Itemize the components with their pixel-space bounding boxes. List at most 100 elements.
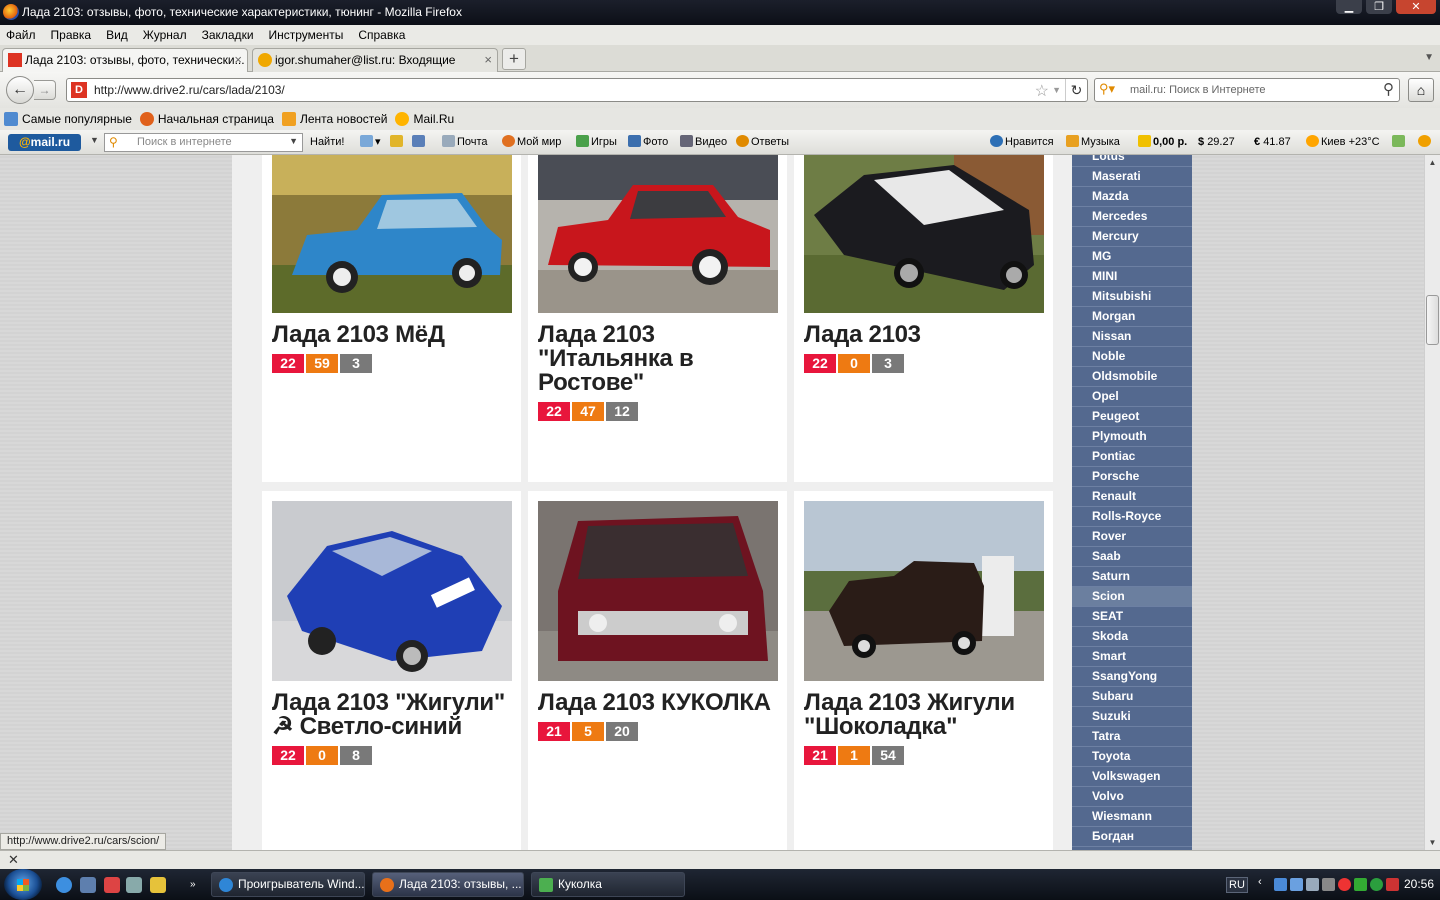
menu-tools[interactable]: Инструменты — [269, 28, 344, 42]
start-button[interactable] — [4, 869, 42, 900]
photo-item[interactable]: Фото — [628, 135, 668, 150]
scroll-down-icon[interactable]: ▼ — [1425, 835, 1440, 850]
brand-link-maserati[interactable]: Maserati — [1072, 167, 1192, 187]
car-card[interactable]: Лада 2103 22 0 3 — [794, 155, 1053, 482]
chevron-down-icon[interactable]: ▼ — [289, 136, 298, 146]
brand-link-opel[interactable]: Opel — [1072, 387, 1192, 407]
brand-link-tatra[interactable]: Tatra — [1072, 727, 1192, 747]
car-card[interactable]: Лада 2103 "Итальянка в Ростове" 22 47 12 — [528, 155, 787, 482]
pen-icon[interactable] — [390, 135, 405, 150]
car-title[interactable]: Лада 2103 МёД — [272, 323, 512, 347]
car-title[interactable]: Лада 2103 "Итальянка в Ростове" — [538, 323, 778, 395]
language-indicator[interactable]: RU — [1226, 877, 1248, 893]
opera-icon[interactable] — [1338, 878, 1351, 891]
search-bar[interactable]: ⚲▾ mail.ru: Поиск в Интернете ⚲ — [1094, 78, 1400, 102]
close-tab-icon[interactable]: × — [234, 49, 242, 71]
car-title[interactable]: Лада 2103 КУКОЛКА — [538, 691, 778, 715]
car-photo[interactable] — [272, 501, 512, 681]
icq-icon[interactable] — [1370, 878, 1383, 891]
tools-icon[interactable] — [126, 877, 142, 893]
url-history-dropdown-icon[interactable]: ▼ — [1052, 81, 1061, 99]
find-button[interactable]: Найти! — [310, 135, 344, 150]
search-input[interactable]: mail.ru: Поиск в Интернете — [1130, 79, 1266, 101]
car-title[interactable]: Лада 2103 Жигули "Шоколадка" — [804, 691, 1044, 739]
car-card[interactable]: Лада 2103 КУКОЛКА 21 5 20 — [528, 491, 787, 850]
mailru-logo[interactable]: @mail.ru — [8, 134, 81, 151]
mailru-search-field[interactable]: ⚲ Поиск в интернете ▼ — [104, 133, 303, 152]
balance-item[interactable]: 0,00 р. — [1138, 135, 1187, 150]
brand-link-mercury[interactable]: Mercury — [1072, 227, 1192, 247]
scroll-up-icon[interactable]: ▲ — [1425, 155, 1440, 170]
task-media-player[interactable]: Проигрыватель Wind... — [211, 872, 365, 897]
mail-item[interactable]: Почта — [442, 135, 488, 150]
tab-mail[interactable]: igor.shumaher@list.ru: Входящие × — [252, 48, 498, 72]
brand-link-suzuki[interactable]: Suzuki — [1072, 707, 1192, 727]
car-photo[interactable] — [538, 155, 778, 335]
address-bar[interactable]: D http://www.drive2.ru/cars/lada/2103/ ☆… — [66, 78, 1088, 102]
brand-link-scion[interactable]: Scion — [1072, 587, 1192, 607]
brand-link-toyota[interactable]: Toyota — [1072, 747, 1192, 767]
display-icon[interactable] — [1290, 878, 1303, 891]
search-engine-icon[interactable]: ⚲▾ — [1099, 81, 1115, 97]
brand-link-lotus[interactable]: Lotus — [1072, 155, 1192, 167]
network-icon[interactable] — [1274, 878, 1287, 891]
close-tab-icon[interactable]: × — [484, 49, 492, 71]
volume-icon[interactable] — [1322, 878, 1335, 891]
settings-gear-icon[interactable] — [1418, 135, 1433, 150]
menu-edit[interactable]: Правка — [51, 28, 92, 42]
site-identity-icon[interactable]: D — [71, 82, 87, 98]
brand-link-smart[interactable]: Smart — [1072, 647, 1192, 667]
brand-link-seat[interactable]: SEAT — [1072, 607, 1192, 627]
quicklaunch-more-icon[interactable]: » — [190, 877, 206, 893]
bookmark-news-feed[interactable]: Лента новостей — [281, 112, 387, 126]
brand-link-porsche[interactable]: Porsche — [1072, 467, 1192, 487]
car-title[interactable]: Лада 2103 — [804, 323, 1044, 347]
maximize-button[interactable]: ❐ — [1366, 0, 1392, 14]
bookmark-most-visited[interactable]: Самые популярные — [4, 112, 132, 126]
video-item[interactable]: Видео — [680, 135, 727, 150]
brand-link-renault[interactable]: Renault — [1072, 487, 1192, 507]
brand-link-rolls-royce[interactable]: Rolls-Royce — [1072, 507, 1192, 527]
close-find-bar-icon[interactable]: ✕ — [8, 852, 19, 868]
menu-file[interactable]: Файл — [6, 28, 36, 42]
close-window-button[interactable]: ✕ — [1396, 0, 1436, 14]
mailru-search-input[interactable]: Поиск в интернете — [137, 134, 232, 151]
brand-link-subaru[interactable]: Subaru — [1072, 687, 1192, 707]
menu-view[interactable]: Вид — [106, 28, 128, 42]
brand-link-nissan[interactable]: Nissan — [1072, 327, 1192, 347]
device-icon[interactable] — [1306, 878, 1319, 891]
antivirus-icon[interactable] — [1386, 878, 1399, 891]
minimize-button[interactable]: ▁ — [1336, 0, 1362, 14]
chat-icon[interactable] — [1354, 878, 1367, 891]
games-item[interactable]: Игры — [576, 135, 617, 150]
menu-history[interactable]: Журнал — [143, 28, 187, 42]
bookmark-star-icon[interactable]: ☆ — [1035, 81, 1049, 101]
brand-link-saturn[interactable]: Saturn — [1072, 567, 1192, 587]
music-item[interactable]: Музыка — [1066, 135, 1120, 150]
tab-list-icon[interactable]: ▼ — [1424, 52, 1434, 63]
new-tab-button[interactable]: + — [502, 48, 526, 70]
reload-icon[interactable]: ↻ — [1065, 79, 1087, 101]
car-photo[interactable] — [804, 155, 1044, 335]
home-button[interactable]: ⌂ — [1408, 78, 1434, 102]
like-item[interactable]: Нравится — [990, 135, 1054, 150]
camera-icon[interactable] — [412, 135, 427, 150]
car-card[interactable]: Лада 2103 "Жигули" ☭ Светло-синий 22 0 8 — [262, 491, 521, 850]
brand-link-mercedes[interactable]: Mercedes — [1072, 207, 1192, 227]
brand-link-volvo[interactable]: Volvo — [1072, 787, 1192, 807]
brand-link-богдан[interactable]: Богдан — [1072, 827, 1192, 847]
brand-link-saab[interactable]: Saab — [1072, 547, 1192, 567]
car-photo[interactable] — [804, 501, 1044, 681]
brand-link-wiesmann[interactable]: Wiesmann — [1072, 807, 1192, 827]
brand-link-volkswagen[interactable]: Volkswagen — [1072, 767, 1192, 787]
page-scrollbar[interactable]: ▲ ▼ — [1424, 155, 1440, 850]
brand-link-ssangyong[interactable]: SsangYong — [1072, 667, 1192, 687]
car-card[interactable]: Лада 2103 МёД 22 59 3 — [262, 155, 521, 482]
my-world-item[interactable]: Мой мир — [502, 135, 561, 150]
car-card[interactable]: Лада 2103 Жигули "Шоколадка" 21 1 54 — [794, 491, 1053, 850]
brand-link-plymouth[interactable]: Plymouth — [1072, 427, 1192, 447]
show-desktop-icon[interactable] — [80, 877, 96, 893]
search-go-icon[interactable]: ⚲ — [1383, 80, 1394, 98]
bookmark-start-page[interactable]: Начальная страница — [139, 112, 274, 126]
tray-expand-icon[interactable]: ‹ — [1258, 876, 1271, 889]
